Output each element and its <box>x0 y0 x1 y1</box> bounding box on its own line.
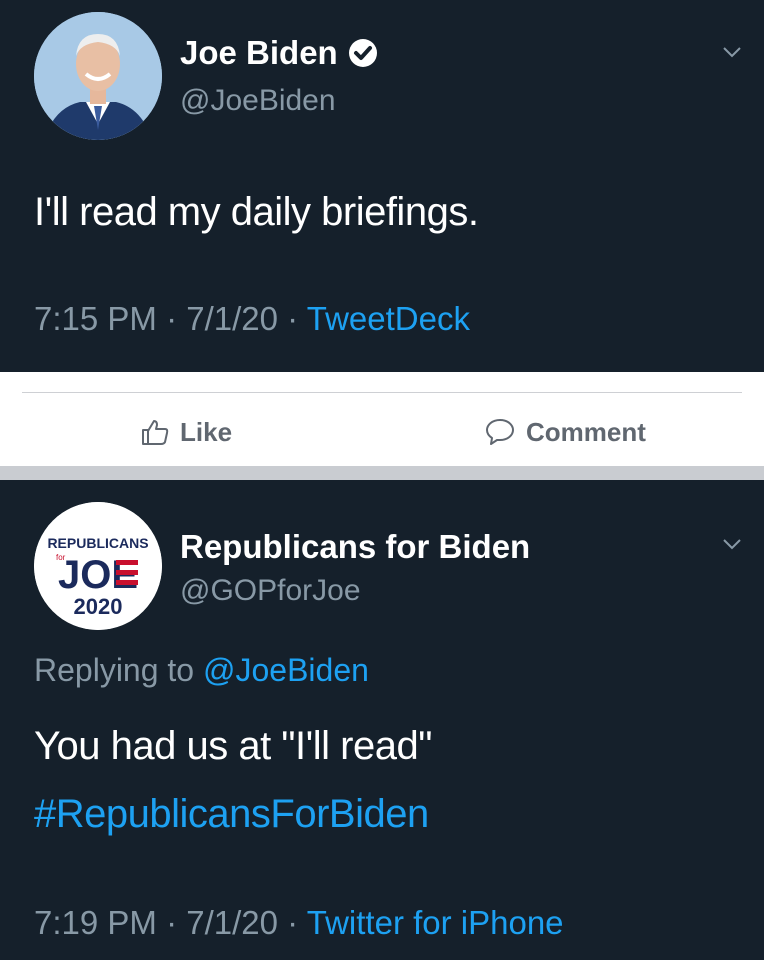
meta-separator: · <box>287 300 299 337</box>
author-name-text[interactable]: Republicans for Biden <box>180 528 530 566</box>
avatar[interactable] <box>34 12 162 140</box>
tweet-joe-biden: Joe Biden @JoeBiden I'll read my daily b… <box>0 0 764 372</box>
hashtag-link[interactable]: #RepublicansForBiden <box>34 792 429 837</box>
tweet-meta: 7:19 PM · 7/1/20 · Twitter for iPhone <box>34 904 564 942</box>
author-name[interactable]: Republicans for Biden <box>180 528 530 566</box>
logo-year: 2020 <box>74 594 123 619</box>
author-name-text[interactable]: Joe Biden <box>180 34 338 72</box>
replying-prefix: Replying to <box>34 652 195 688</box>
tweet-source[interactable]: TweetDeck <box>307 300 470 337</box>
comment-label: Comment <box>526 416 646 447</box>
chevron-down-icon[interactable] <box>720 40 744 64</box>
avatar-photo <box>34 12 162 140</box>
meta-separator: · <box>166 300 178 337</box>
facebook-action-bar: Like Comment <box>0 372 764 480</box>
tweet-meta: 7:15 PM · 7/1/20 · TweetDeck <box>34 300 470 338</box>
tweet-text: You had us at "I'll read" <box>34 724 432 768</box>
avatar[interactable]: REPUBLICANS for JOE 2020 <box>34 502 162 630</box>
tweet-time[interactable]: 7:15 PM <box>34 300 157 337</box>
tweet-date[interactable]: 7/1/20 <box>186 300 278 337</box>
replying-mention-link[interactable]: @JoeBiden <box>203 652 369 688</box>
meta-separator: · <box>166 904 178 941</box>
tweet-text: I'll read my daily briefings. <box>34 190 479 234</box>
chevron-down-icon[interactable] <box>720 532 744 556</box>
comment-bubble-icon <box>486 419 514 445</box>
author-handle[interactable]: @JoeBiden <box>180 84 336 118</box>
author-name[interactable]: Joe Biden <box>180 34 378 72</box>
republicans-for-joe-logo: REPUBLICANS for JOE 2020 <box>34 502 162 630</box>
tweet-source[interactable]: Twitter for iPhone <box>307 904 564 941</box>
meta-separator: · <box>287 904 299 941</box>
verified-badge-icon <box>348 39 377 67</box>
like-label: Like <box>180 416 233 447</box>
tweet-date[interactable]: 7/1/20 <box>186 904 278 941</box>
divider <box>22 392 742 393</box>
comment-button[interactable]: Comment <box>484 412 646 452</box>
logo-top-text: REPUBLICANS <box>47 535 148 551</box>
bar-bottom-border <box>0 466 764 480</box>
tweet-time[interactable]: 7:19 PM <box>34 904 157 941</box>
author-handle[interactable]: @GOPforJoe <box>180 574 361 608</box>
replying-to: Replying to @JoeBiden <box>34 652 369 689</box>
like-button[interactable]: Like <box>140 412 232 452</box>
thumbs-up-icon <box>142 420 169 445</box>
tweet-republicans-for-biden: REPUBLICANS for JOE 2020 Republicans for… <box>0 480 764 960</box>
